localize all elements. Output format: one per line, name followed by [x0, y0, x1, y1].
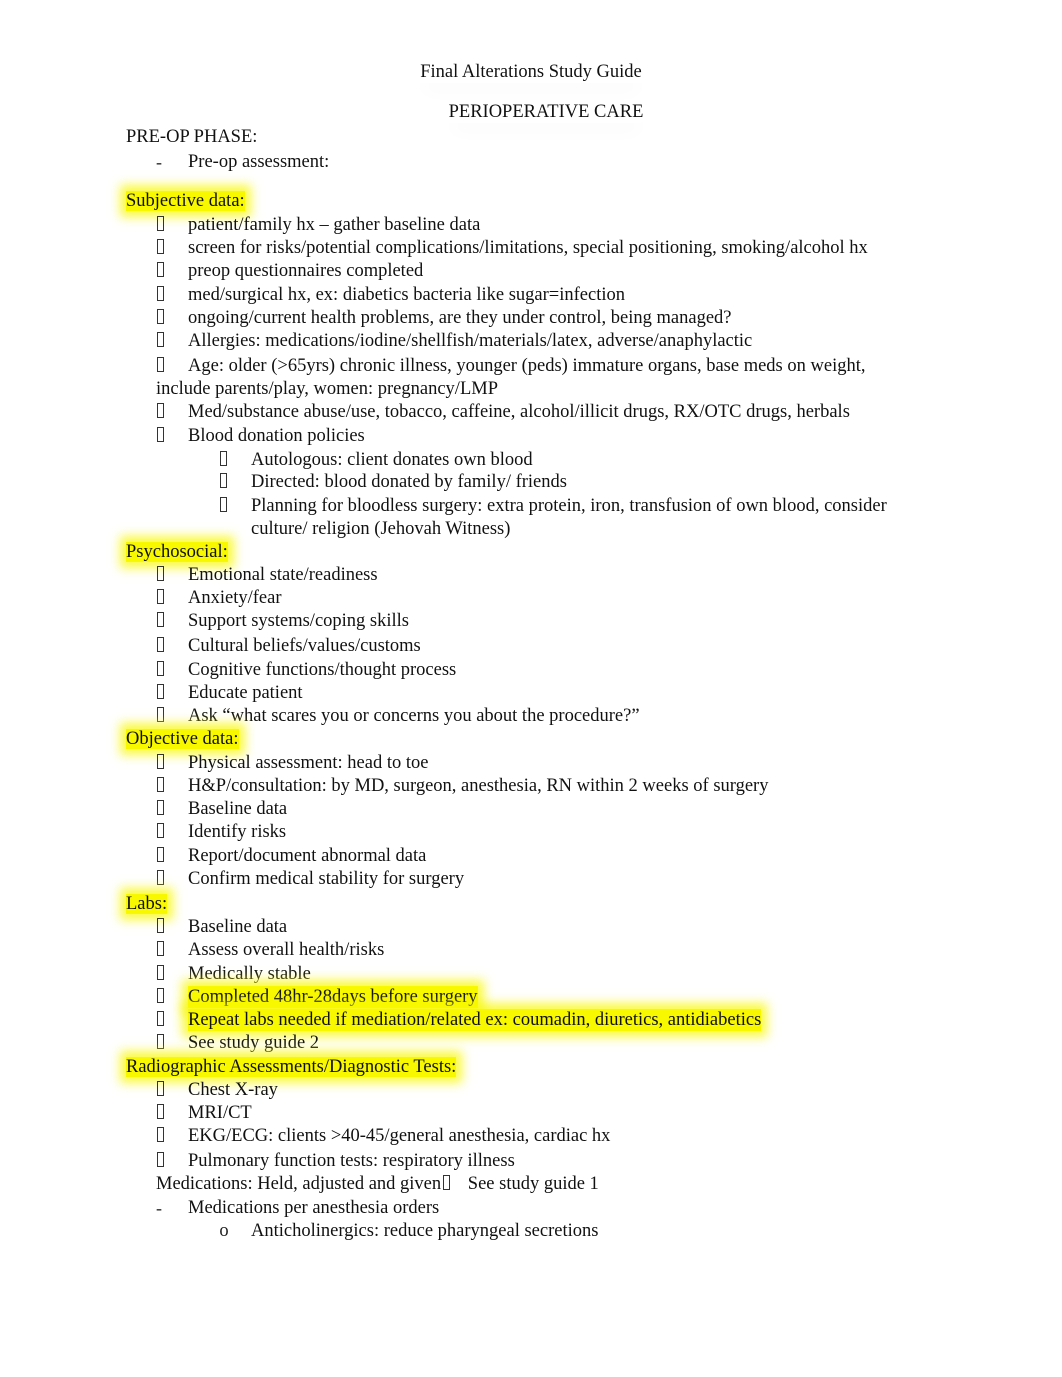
- bullet-icon: [150, 986, 170, 1008]
- item-text: Physical assessment: head to toe: [188, 753, 429, 773]
- bullet-icon: [150, 307, 170, 329]
- item-text: Confirm medical stability for surgery: [188, 869, 465, 889]
- item-text: Planning for bloodless surgery: extra pr…: [251, 496, 887, 516]
- item-text: H&P/consultation: by MD, surgeon, anesth…: [188, 776, 769, 796]
- labs-heading: Labs:: [126, 893, 168, 915]
- bullet-icon: [150, 587, 170, 609]
- item-text: Baseline data: [188, 917, 288, 937]
- item-text: Medications per anesthesia orders: [188, 1198, 440, 1218]
- bullet-icon: [150, 214, 170, 236]
- item-text: med/surgical hx, ex: diabetics bacteria …: [188, 285, 625, 305]
- bullet-icon: [150, 868, 170, 890]
- item-text: Med/substance abuse/use, tobacco, caffei…: [188, 402, 850, 422]
- item-text: Educate patient: [188, 683, 303, 703]
- medications-text: Medications: Held, adjusted and given: [156, 1174, 442, 1194]
- phase-heading: PRE-OP PHASE:: [126, 127, 258, 147]
- bullet-icon: [150, 821, 170, 843]
- arrow-symbol-icon: [443, 1175, 451, 1190]
- item-text: Repeat labs needed if mediation/related …: [188, 1009, 762, 1031]
- bullet-icon: [150, 682, 170, 704]
- item-text: Cognitive functions/thought process: [188, 660, 457, 680]
- document-title: Final Alterations Study Guide: [414, 61, 647, 83]
- item-text: Chest X-ray: [188, 1080, 278, 1100]
- bullet-icon: [150, 260, 170, 282]
- document-title-line: Final Alterations Study Guide: [0, 61, 1062, 83]
- item-text: Medically stable: [188, 964, 311, 984]
- bullet-icon: [213, 449, 233, 471]
- medications-line: Medications: Held, adjusted and given Se…: [156, 1173, 599, 1195]
- bullet-icon: [213, 495, 233, 517]
- item-text: Anxiety/fear: [188, 588, 282, 608]
- bullet-icon: [150, 284, 170, 306]
- bullet-icon: [150, 237, 170, 259]
- bullet-icon: [150, 355, 170, 377]
- item-text: ongoing/current health problems, are the…: [188, 308, 732, 328]
- item-continuation: include parents/play, women: pregnancy/L…: [156, 379, 498, 399]
- item-text: patient/family hx – gather baseline data: [188, 215, 481, 235]
- see-study-guide-1: See study guide 1: [467, 1174, 599, 1194]
- bullet-icon: [150, 564, 170, 586]
- bullet-icon: [150, 775, 170, 797]
- subjective-heading: Subjective data:: [126, 190, 245, 212]
- bullet-icon: [150, 916, 170, 938]
- radiographic-heading: Radiographic Assessments/Diagnostic Test…: [126, 1056, 457, 1078]
- psychosocial-heading-text: Psychosocial:: [126, 542, 228, 562]
- item-text: Baseline data: [188, 799, 288, 819]
- item-continuation: culture/ religion (Jehovah Witness): [251, 519, 511, 539]
- bullet-icon: [150, 1150, 170, 1172]
- bullet-icon: [150, 845, 170, 867]
- item-text: Completed 48hr-28days before surgery: [188, 986, 478, 1008]
- bullet-icon: [213, 471, 233, 493]
- item-text: MRI/CT: [188, 1103, 252, 1123]
- bullet-icon: [150, 1032, 170, 1054]
- item-text: Directed: blood donated by family/ frien…: [251, 472, 567, 492]
- item-text: Anticholinergics: reduce pharyngeal secr…: [251, 1221, 599, 1241]
- section-title: PERIOPERATIVE CARE: [443, 101, 650, 123]
- item-text: Pre-op assessment:: [188, 152, 330, 172]
- labs-heading-text: Labs:: [126, 894, 168, 914]
- bullet-icon: [150, 659, 170, 681]
- bullet-icon: [150, 705, 170, 727]
- bullet-icon: [150, 1102, 170, 1124]
- radiographic-heading-text: Radiographic Assessments/Diagnostic Test…: [126, 1057, 457, 1077]
- item-text: Support systems/coping skills: [188, 611, 409, 631]
- psychosocial-heading: Psychosocial:: [126, 541, 228, 563]
- item-text: Assess overall health/risks: [188, 940, 385, 960]
- item-text: Pulmonary function tests: respiratory il…: [188, 1151, 515, 1171]
- dash-marker: -: [156, 1198, 162, 1218]
- dash-marker: -: [156, 152, 162, 172]
- item-text: Autologous: client donates own blood: [251, 450, 533, 470]
- bullet-icon: [150, 939, 170, 961]
- bullet-icon: [150, 963, 170, 985]
- bullet-icon: [150, 1125, 170, 1147]
- bullet-icon: [150, 425, 170, 447]
- item-text: preop questionnaires completed: [188, 261, 424, 281]
- o-marker: o: [219, 1221, 229, 1241]
- item-text: See study guide 2: [188, 1033, 320, 1053]
- item-text: Report/document abnormal data: [188, 846, 427, 866]
- bullet-icon: [150, 401, 170, 423]
- bullet-icon: [150, 798, 170, 820]
- item-text: Emotional state/readiness: [188, 565, 378, 585]
- item-text: Age: older (>65yrs) chronic illness, you…: [188, 356, 866, 376]
- item-text: Cultural beliefs/values/customs: [188, 636, 421, 656]
- item-text: Allergies: medications/iodine/shellfish/…: [188, 331, 753, 351]
- bullet-icon: [150, 610, 170, 632]
- bullet-icon: [150, 635, 170, 657]
- bullet-icon: [150, 1079, 170, 1101]
- section-title-line: PERIOPERATIVE CARE: [0, 101, 1062, 123]
- objective-heading: Objective data:: [126, 728, 239, 750]
- document-page: Final Alterations Study Guide PERIOPERAT…: [0, 0, 1062, 1377]
- subjective-heading-text: Subjective data:: [126, 191, 245, 211]
- item-text: Identify risks: [188, 822, 287, 842]
- objective-heading-text: Objective data:: [126, 729, 239, 749]
- item-text: Ask “what scares you or concerns you abo…: [188, 706, 640, 726]
- bullet-icon: [150, 1009, 170, 1031]
- bullet-icon: [150, 330, 170, 352]
- item-text: EKG/ECG: clients >40-45/general anesthes…: [188, 1126, 611, 1146]
- bullet-icon: [150, 752, 170, 774]
- item-text: screen for risks/potential complications…: [188, 238, 868, 258]
- item-text: Blood donation policies: [188, 426, 365, 446]
